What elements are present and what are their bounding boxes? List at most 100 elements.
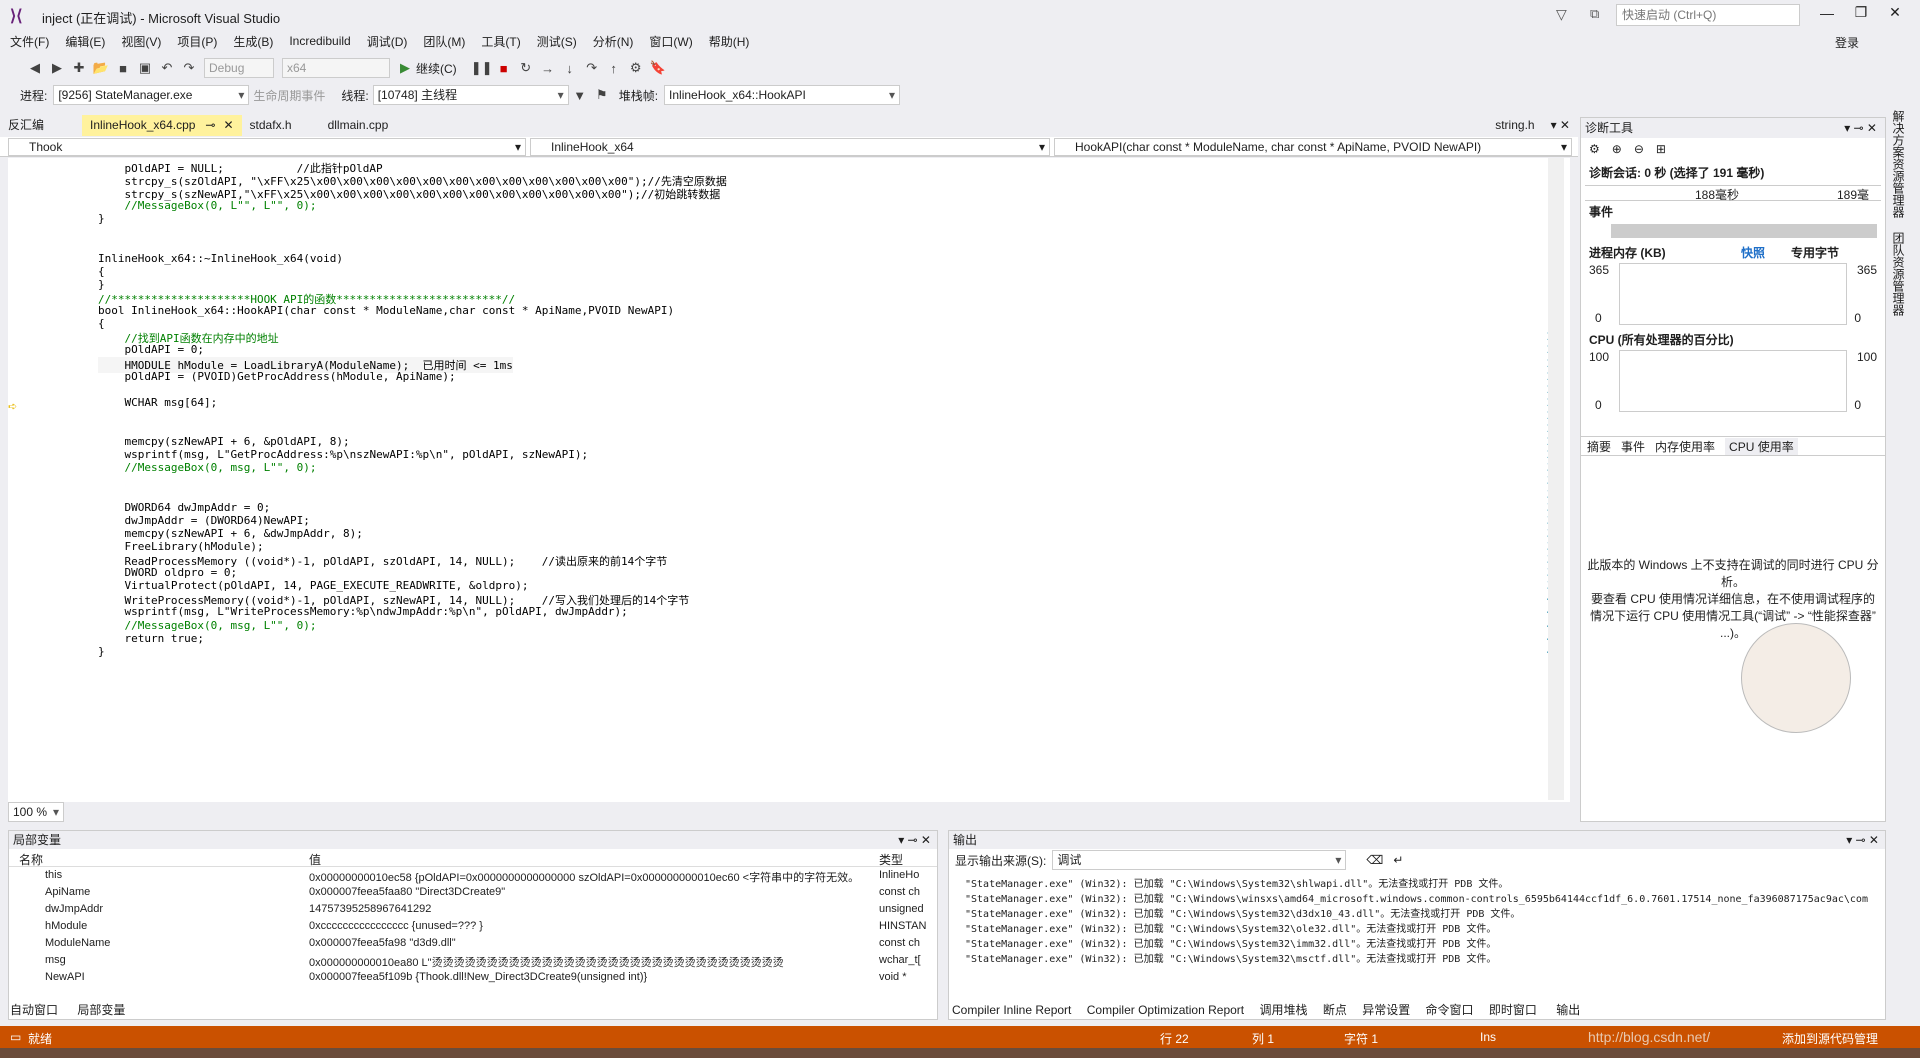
output-source-select[interactable]: 调试	[1052, 850, 1347, 870]
scope-select[interactable]: InlineHook_x64	[530, 138, 1050, 156]
variable-value[interactable]: 14757395258967641292	[309, 903, 869, 915]
save-all-icon[interactable]: ▣	[134, 57, 156, 79]
restart-icon[interactable]: ↻	[515, 57, 537, 79]
filter-icon[interactable]: ▼	[569, 84, 591, 106]
zoom-select[interactable]: 100 %	[8, 802, 64, 822]
tab-locals[interactable]: 局部变量	[73, 1002, 130, 1018]
undo-icon[interactable]: ↶	[156, 57, 178, 79]
minimize-icon[interactable]: —	[1810, 5, 1844, 21]
code-line[interactable]: }	[98, 212, 105, 225]
menu-incredibuild[interactable]: Incredibuild	[289, 34, 350, 48]
tab-breakpoints[interactable]: 断点	[1323, 1003, 1347, 1017]
col-value[interactable]: 值	[309, 851, 321, 868]
continue-icon[interactable]: ▶	[394, 57, 416, 79]
tab-compiler-inline-report[interactable]: Compiler Inline Report	[952, 1003, 1071, 1017]
variable-value[interactable]: 0x000007feea5fa98 "d3d9.dll"	[309, 937, 869, 949]
platform-select[interactable]: x64	[282, 58, 390, 78]
maximize-icon[interactable]: ❐	[1844, 4, 1878, 21]
code-line[interactable]: bool InlineHook_x64::HookAPI(char const …	[98, 304, 674, 317]
pause-icon[interactable]: ❚❚	[471, 57, 493, 79]
step-out-icon[interactable]: ↑	[603, 57, 625, 79]
tab-compiler-optimization-report[interactable]: Compiler Optimization Report	[1087, 1003, 1244, 1017]
config-select[interactable]: Debug	[204, 58, 274, 78]
code-line[interactable]: }	[98, 278, 105, 291]
tab-autos[interactable]: 自动窗口	[10, 1003, 58, 1017]
menu-window[interactable]: 窗口(W)	[649, 33, 692, 50]
code-line[interactable]: dwJmpAddr = (DWORD64)NewAPI;	[98, 514, 309, 527]
timeline-ruler[interactable]: 188毫秒 189毫	[1585, 185, 1881, 202]
menu-edit[interactable]: 编辑(E)	[65, 33, 105, 50]
tab-dllmain[interactable]: dllmain.cpp	[320, 115, 397, 136]
variable-value[interactable]: 0x000007feea5faa80 "Direct3DCreate9"	[309, 886, 869, 898]
code-line[interactable]: pOldAPI = (PVOID)GetProcAddress(hModule,…	[98, 370, 455, 383]
clear-all-icon[interactable]: ⌫	[1366, 853, 1383, 867]
code-line[interactable]: {	[98, 317, 105, 330]
code-line[interactable]: wsprintf(msg, L"GetProcAddress:%p\nszNew…	[98, 448, 588, 461]
variable-value[interactable]: 0x00000000010ec58 {pOldAPI=0x00000000000…	[309, 869, 869, 885]
col-name[interactable]: 名称	[19, 851, 43, 868]
vertical-scrollbar[interactable]	[1548, 158, 1564, 800]
continue-button[interactable]: 继续(C)	[416, 60, 457, 77]
step-over-icon[interactable]: ↷	[581, 57, 603, 79]
code-line[interactable]: {	[98, 265, 105, 278]
pin-icon[interactable]: ⊸	[205, 115, 215, 136]
tab-dropdown-icon[interactable]: ▾ ✕	[1543, 115, 1578, 136]
variable-value[interactable]: 0x000007feea5f109b {Thook.dll!New_Direct…	[309, 971, 869, 983]
tab-memory[interactable]: 内存使用率	[1655, 438, 1715, 455]
project-select[interactable]: Thook	[8, 138, 526, 156]
close-icon[interactable]: ▾ ⊸ ✕	[1846, 831, 1879, 849]
code-line[interactable]: VirtualProtect(pOldAPI, 14, PAGE_EXECUTE…	[98, 579, 528, 592]
locals-row[interactable]: ModuleName 0x000007feea5fa98 "d3d9.dll" co…	[9, 935, 937, 952]
menu-test[interactable]: 测试(S)	[537, 33, 577, 50]
solution-explorer-tab[interactable]: 解决方案资源管理器	[1890, 110, 1907, 218]
bookmark-icon[interactable]: 🔖	[647, 57, 669, 79]
team-explorer-tab[interactable]: 团队资源管理器	[1890, 232, 1907, 316]
code-line[interactable]: FreeLibrary(hModule);	[98, 540, 263, 553]
lifecycle-events-button[interactable]: 生命周期事件	[253, 87, 325, 104]
member-select[interactable]: HookAPI(char const * ModuleName, char co…	[1054, 138, 1572, 156]
code-line[interactable]: WCHAR msg[64];	[98, 396, 217, 409]
code-line[interactable]: DWORD oldpro = 0;	[98, 566, 237, 579]
menu-help[interactable]: 帮助(H)	[709, 33, 750, 50]
close-tab-icon[interactable]: ✕	[223, 115, 233, 136]
feedback-icon[interactable]: ⧉	[1590, 6, 1599, 22]
filter-icon[interactable]: ▽	[1556, 6, 1567, 23]
close-icon[interactable]: ▾ ⊸ ✕	[1844, 118, 1877, 138]
code-line[interactable]: //MessageBox(0, L"", L"", 0);	[98, 199, 316, 212]
code-line[interactable]: memcpy(szNewAPI + 6, &pOldAPI, 8);	[98, 435, 349, 448]
variable-value[interactable]: 0xcccccccccccccccc {unused=??? }	[309, 920, 869, 932]
forward-icon[interactable]: ▶	[46, 57, 68, 79]
zoom-in-icon[interactable]: ⊕	[1612, 142, 1622, 156]
word-wrap-icon[interactable]: ↵	[1393, 853, 1403, 867]
login-link[interactable]: 登录	[1835, 34, 1859, 51]
show-next-statement-icon[interactable]: →	[537, 57, 559, 79]
close-icon[interactable]: ▾ ⊸ ✕	[898, 831, 931, 849]
code-line[interactable]: //MessageBox(0, msg, L"", 0);	[98, 619, 316, 632]
code-line[interactable]: return true;	[98, 632, 203, 645]
add-to-source-control-button[interactable]: 添加到源代码管理	[1782, 1030, 1878, 1047]
locals-row[interactable]: NewAPI 0x000007feea5f109b {Thook.dll!New_…	[9, 969, 937, 986]
menu-file[interactable]: 文件(F)	[10, 33, 49, 50]
tab-stdafx[interactable]: stdafx.h	[242, 115, 300, 136]
menu-analyze[interactable]: 分析(N)	[593, 33, 634, 50]
locals-row[interactable]: ApiName 0x000007feea5faa80 "Direct3DCreat…	[9, 884, 937, 901]
code-line[interactable]: pOldAPI = 0;	[98, 343, 203, 356]
tab-inlinehook-cpp[interactable]: InlineHook_x64.cpp ⊸ ✕	[82, 115, 242, 136]
tab-immediate-window[interactable]: 即时窗口	[1489, 1003, 1537, 1017]
quick-launch-input[interactable]: 快速启动 (Ctrl+Q)	[1616, 4, 1800, 26]
menu-project[interactable]: 项目(P)	[177, 33, 217, 50]
back-icon[interactable]: ◀	[24, 57, 46, 79]
tab-summary[interactable]: 摘要	[1587, 438, 1611, 455]
variable-value[interactable]: 0x000000000010ea80 L"烫烫烫烫烫烫烫烫烫烫烫烫烫烫烫烫烫烫烫…	[309, 954, 869, 970]
close-icon[interactable]: ✕	[1878, 4, 1912, 21]
menu-team[interactable]: 团队(M)	[423, 33, 465, 50]
flag-icon[interactable]: ⚑	[591, 84, 613, 106]
menu-view[interactable]: 视图(V)	[121, 33, 161, 50]
new-project-icon[interactable]: ✚	[68, 57, 90, 79]
tab-exception-settings[interactable]: 异常设置	[1362, 1003, 1410, 1017]
save-icon[interactable]: ■	[112, 57, 134, 79]
zoom-out-icon[interactable]: ⊖	[1634, 142, 1644, 156]
menu-debug[interactable]: 调试(D)	[367, 33, 408, 50]
tab-output[interactable]: 输出	[1552, 1002, 1585, 1018]
code-line[interactable]: //MessageBox(0, msg, L"", 0);	[98, 461, 316, 474]
